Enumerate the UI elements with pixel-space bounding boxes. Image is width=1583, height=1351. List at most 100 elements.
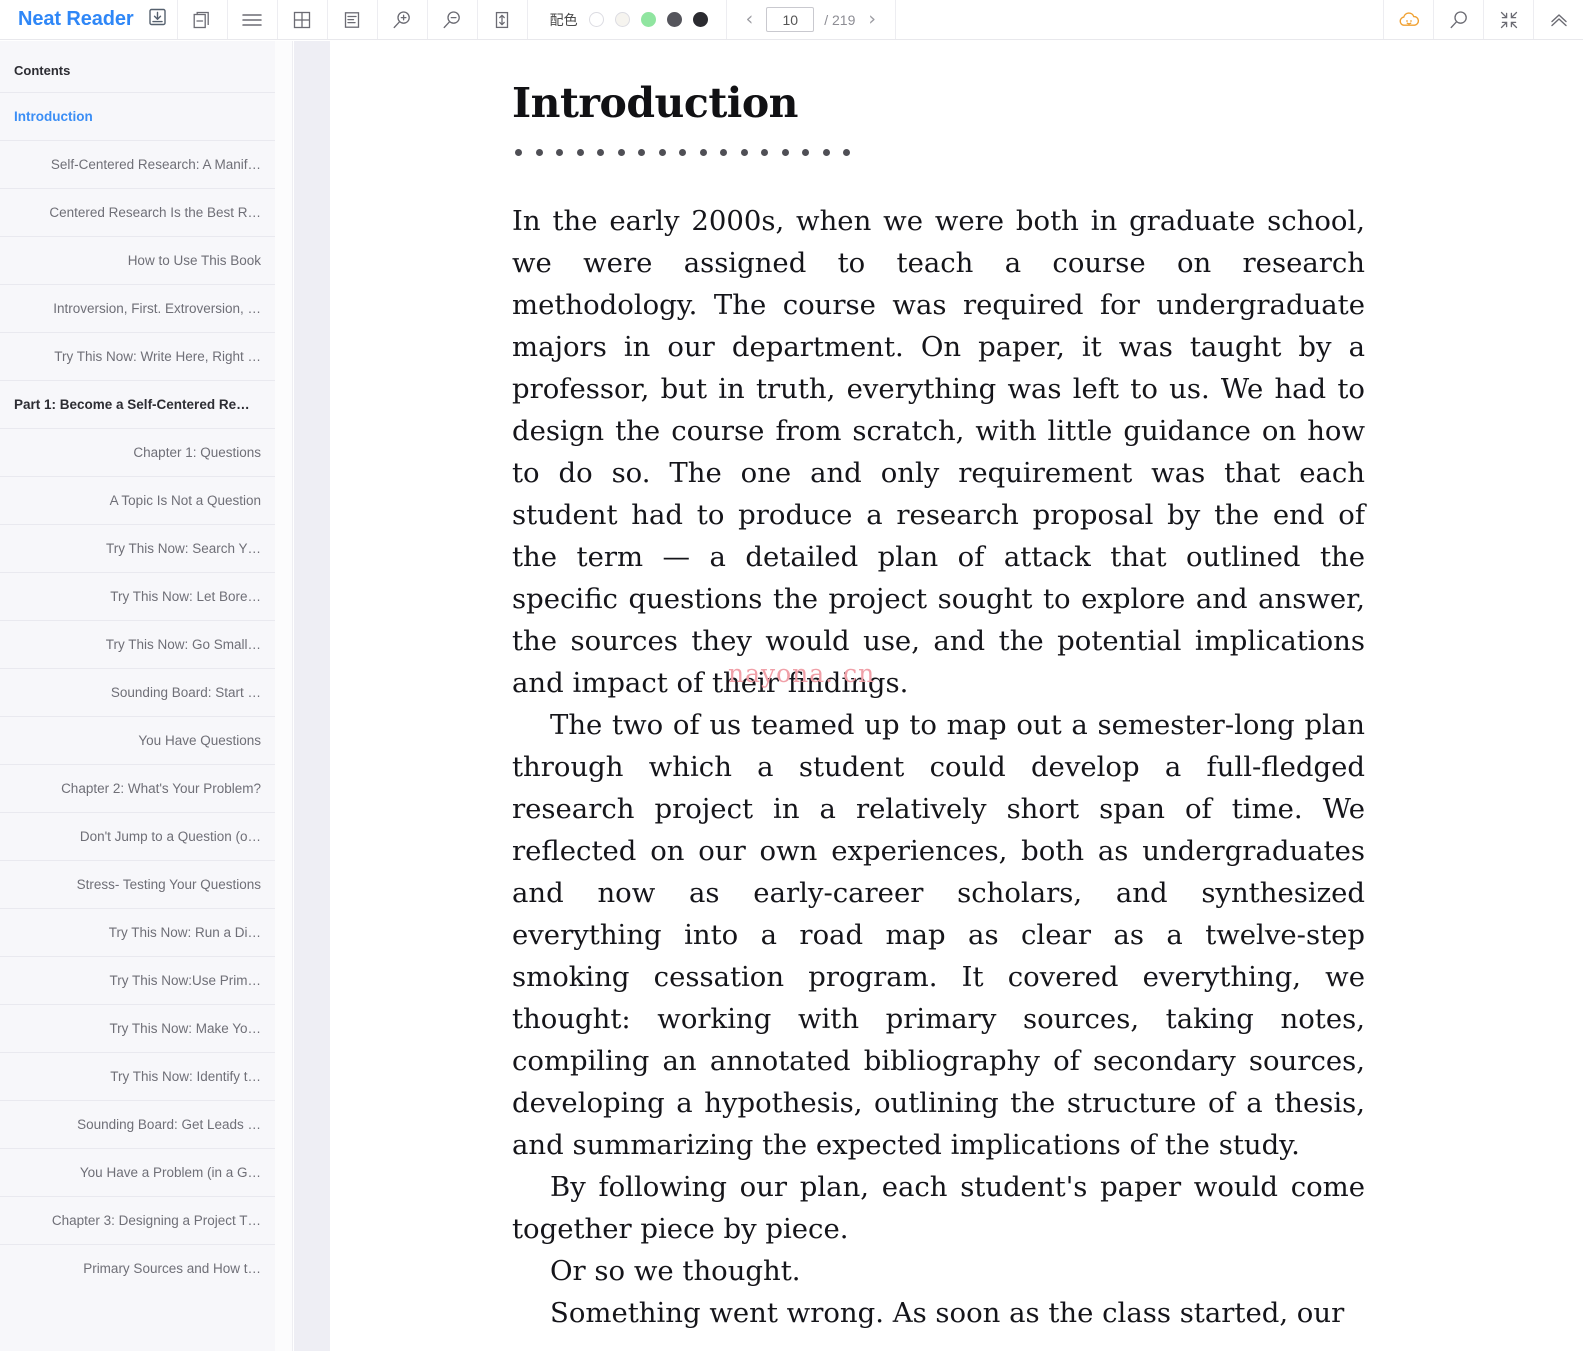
scheme-gray-swatch[interactable] bbox=[666, 12, 682, 27]
sidebar-item-label: Try This Now: Run a Di… bbox=[108, 924, 261, 940]
sidebar-item-label: Part 1: Become a Self-Centered Re… bbox=[14, 396, 250, 412]
sidebar-item-label: Try This Now: Let Bore… bbox=[110, 588, 261, 604]
color-scheme-label: 配色 bbox=[549, 12, 578, 29]
sidebar-item[interactable]: How to Use This Book bbox=[0, 236, 275, 284]
sidebar-item-label: Don't Jump to a Question (o… bbox=[79, 828, 261, 844]
scheme-white-swatch[interactable] bbox=[588, 12, 604, 27]
menu-icon[interactable] bbox=[226, 0, 277, 39]
body-paragraph: Something went wrong. As soon as the cla… bbox=[550, 1297, 1345, 1329]
sidebar-item[interactable]: Centered Research Is the Best R… bbox=[0, 188, 275, 236]
sidebar-item[interactable]: Stress- Testing Your Questions bbox=[0, 860, 275, 908]
library-icon[interactable] bbox=[176, 0, 227, 39]
sidebar-item-label: Sounding Board: Start … bbox=[110, 684, 261, 700]
sidebar-item-label: Stress- Testing Your Questions bbox=[76, 876, 261, 892]
search-icon[interactable] bbox=[1433, 0, 1483, 39]
body-paragraph: In the early 2000s, when we were both in… bbox=[512, 205, 1365, 699]
dot bbox=[679, 149, 686, 156]
dot bbox=[822, 149, 830, 156]
line-height-icon[interactable] bbox=[476, 0, 527, 39]
zoom-out-icon[interactable] bbox=[426, 0, 477, 39]
book-download-icon[interactable] bbox=[148, 7, 167, 32]
zoom-in-icon[interactable] bbox=[376, 0, 427, 39]
app-title: Neat Reader bbox=[18, 8, 134, 30]
sidebar-item[interactable]: Try This Now:Use Prim… bbox=[0, 956, 275, 1004]
total-pages-label: / 219 bbox=[824, 11, 856, 28]
scheme-black-swatch[interactable] bbox=[692, 12, 708, 27]
dot bbox=[597, 149, 604, 156]
sidebar-item[interactable]: Chapter 1: Questions bbox=[0, 428, 275, 476]
sidebar-item-label: You Have a Problem (in a G… bbox=[79, 1164, 261, 1180]
sidebar-item[interactable]: Chapter 3: Designing a Project T… bbox=[0, 1196, 275, 1244]
sidebar-item-label: Try This Now: Search Y… bbox=[105, 540, 261, 556]
sidebar-item[interactable]: Try This Now: Write Here, Right … bbox=[0, 332, 275, 380]
dot bbox=[617, 149, 625, 156]
reader-content: Introduction In the early 2000s, when we… bbox=[330, 41, 1583, 1351]
sidebar-item-label: Try This Now: Make Yo… bbox=[109, 1020, 261, 1036]
sidebar-item[interactable]: Chapter 2: What's Your Problem? bbox=[0, 764, 275, 812]
compress-icon[interactable] bbox=[1483, 0, 1533, 39]
toc-list: Introduction Self-Centered Research: A Ma… bbox=[0, 92, 275, 1292]
brand-area: Neat Reader bbox=[0, 0, 177, 39]
dot bbox=[699, 149, 707, 156]
tool-buttons bbox=[176, 0, 527, 39]
sidebar-item[interactable]: Part 1: Become a Self-Centered Re… bbox=[0, 380, 275, 428]
sidebar-item[interactable]: You Have a Problem (in a G… bbox=[0, 1148, 275, 1196]
top-toolbar: Neat Reader 配色 ‹ 10 / 219 › bbox=[0, 0, 1583, 40]
body-paragraph: By following our plan, each student's pa… bbox=[512, 1171, 1365, 1245]
contents-sidebar[interactable]: Contents Introduction Self-Centered Resea… bbox=[0, 41, 275, 1351]
sidebar-item-label: You Have Questions bbox=[138, 732, 261, 748]
page-title: Introduction bbox=[512, 79, 799, 127]
page-gutter bbox=[294, 41, 330, 1351]
sidebar-edge bbox=[275, 41, 293, 1351]
dot bbox=[638, 149, 645, 156]
sidebar-item-label: Introduction bbox=[14, 108, 93, 124]
dot bbox=[556, 149, 563, 156]
sidebar-item[interactable]: Sounding Board: Start … bbox=[0, 668, 275, 716]
sidebar-item[interactable]: Sounding Board: Get Leads … bbox=[0, 1100, 275, 1148]
sidebar-item-label: Try This Now:Use Prim… bbox=[109, 972, 261, 988]
page-number-input[interactable] bbox=[766, 7, 815, 32]
sidebar-item[interactable]: Try This Now: Let Bore… bbox=[0, 572, 275, 620]
grid-view-icon[interactable] bbox=[276, 0, 327, 39]
sidebar-item[interactable]: Try This Now: Go Small… bbox=[0, 620, 275, 668]
book-page: Introduction In the early 2000s, when we… bbox=[330, 41, 1583, 1334]
collapse-up-icon[interactable] bbox=[1533, 0, 1583, 39]
cloud-sync-icon[interactable] bbox=[1383, 0, 1433, 39]
dot bbox=[740, 149, 748, 156]
sidebar-item-label: Chapter 1: Questions bbox=[133, 444, 261, 460]
sidebar-item-label: Try This Now: Write Here, Right … bbox=[54, 348, 261, 364]
sidebar-item-label: Chapter 2: What's Your Problem? bbox=[61, 780, 261, 796]
next-page-button[interactable]: › bbox=[865, 10, 879, 29]
dot bbox=[781, 149, 789, 156]
sidebar-item[interactable]: Try This Now: Search Y… bbox=[0, 524, 275, 572]
sidebar-item[interactable]: You Have Questions bbox=[0, 716, 275, 764]
scheme-green-swatch[interactable] bbox=[640, 12, 656, 27]
decorative-dot-rule bbox=[512, 149, 1365, 156]
sidebar-item[interactable]: Try This Now: Identify t… bbox=[0, 1052, 275, 1100]
prev-page-button[interactable]: ‹ bbox=[743, 10, 757, 29]
scheme-sepia-swatch[interactable] bbox=[614, 12, 630, 27]
sidebar-item-label: Centered Research Is the Best R… bbox=[49, 204, 261, 220]
dot bbox=[720, 149, 727, 156]
sidebar-item[interactable]: Primary Sources and How t… bbox=[0, 1244, 275, 1292]
notes-icon[interactable] bbox=[326, 0, 377, 39]
sidebar-item-label: A Topic Is Not a Question bbox=[109, 492, 261, 508]
sidebar-item[interactable]: Try This Now: Make Yo… bbox=[0, 1004, 275, 1052]
sidebar-item-label: Primary Sources and How t… bbox=[83, 1260, 261, 1276]
right-tool-buttons bbox=[1383, 0, 1583, 39]
dot bbox=[535, 149, 543, 156]
dot bbox=[761, 149, 768, 156]
sidebar-item-label: Self-Centered Research: A Manif… bbox=[50, 156, 261, 172]
body-paragraph: Or so we thought. bbox=[550, 1255, 801, 1287]
dot bbox=[515, 149, 522, 156]
page-navigation: ‹ / 219 › bbox=[725, 0, 896, 39]
sidebar-item[interactable]: A Topic Is Not a Question bbox=[0, 476, 275, 524]
sidebar-item[interactable]: Don't Jump to a Question (o… bbox=[0, 812, 275, 860]
sidebar-item-label: Sounding Board: Get Leads … bbox=[77, 1116, 261, 1132]
sidebar-item[interactable]: Try This Now: Run a Di… bbox=[0, 908, 275, 956]
sidebar-item[interactable]: Self-Centered Research: A Manif… bbox=[0, 140, 275, 188]
contents-heading: Contents bbox=[14, 63, 71, 78]
sidebar-item[interactable]: Introduction bbox=[0, 92, 275, 140]
sidebar-item[interactable]: Introversion, First. Extroversion, … bbox=[0, 284, 275, 332]
